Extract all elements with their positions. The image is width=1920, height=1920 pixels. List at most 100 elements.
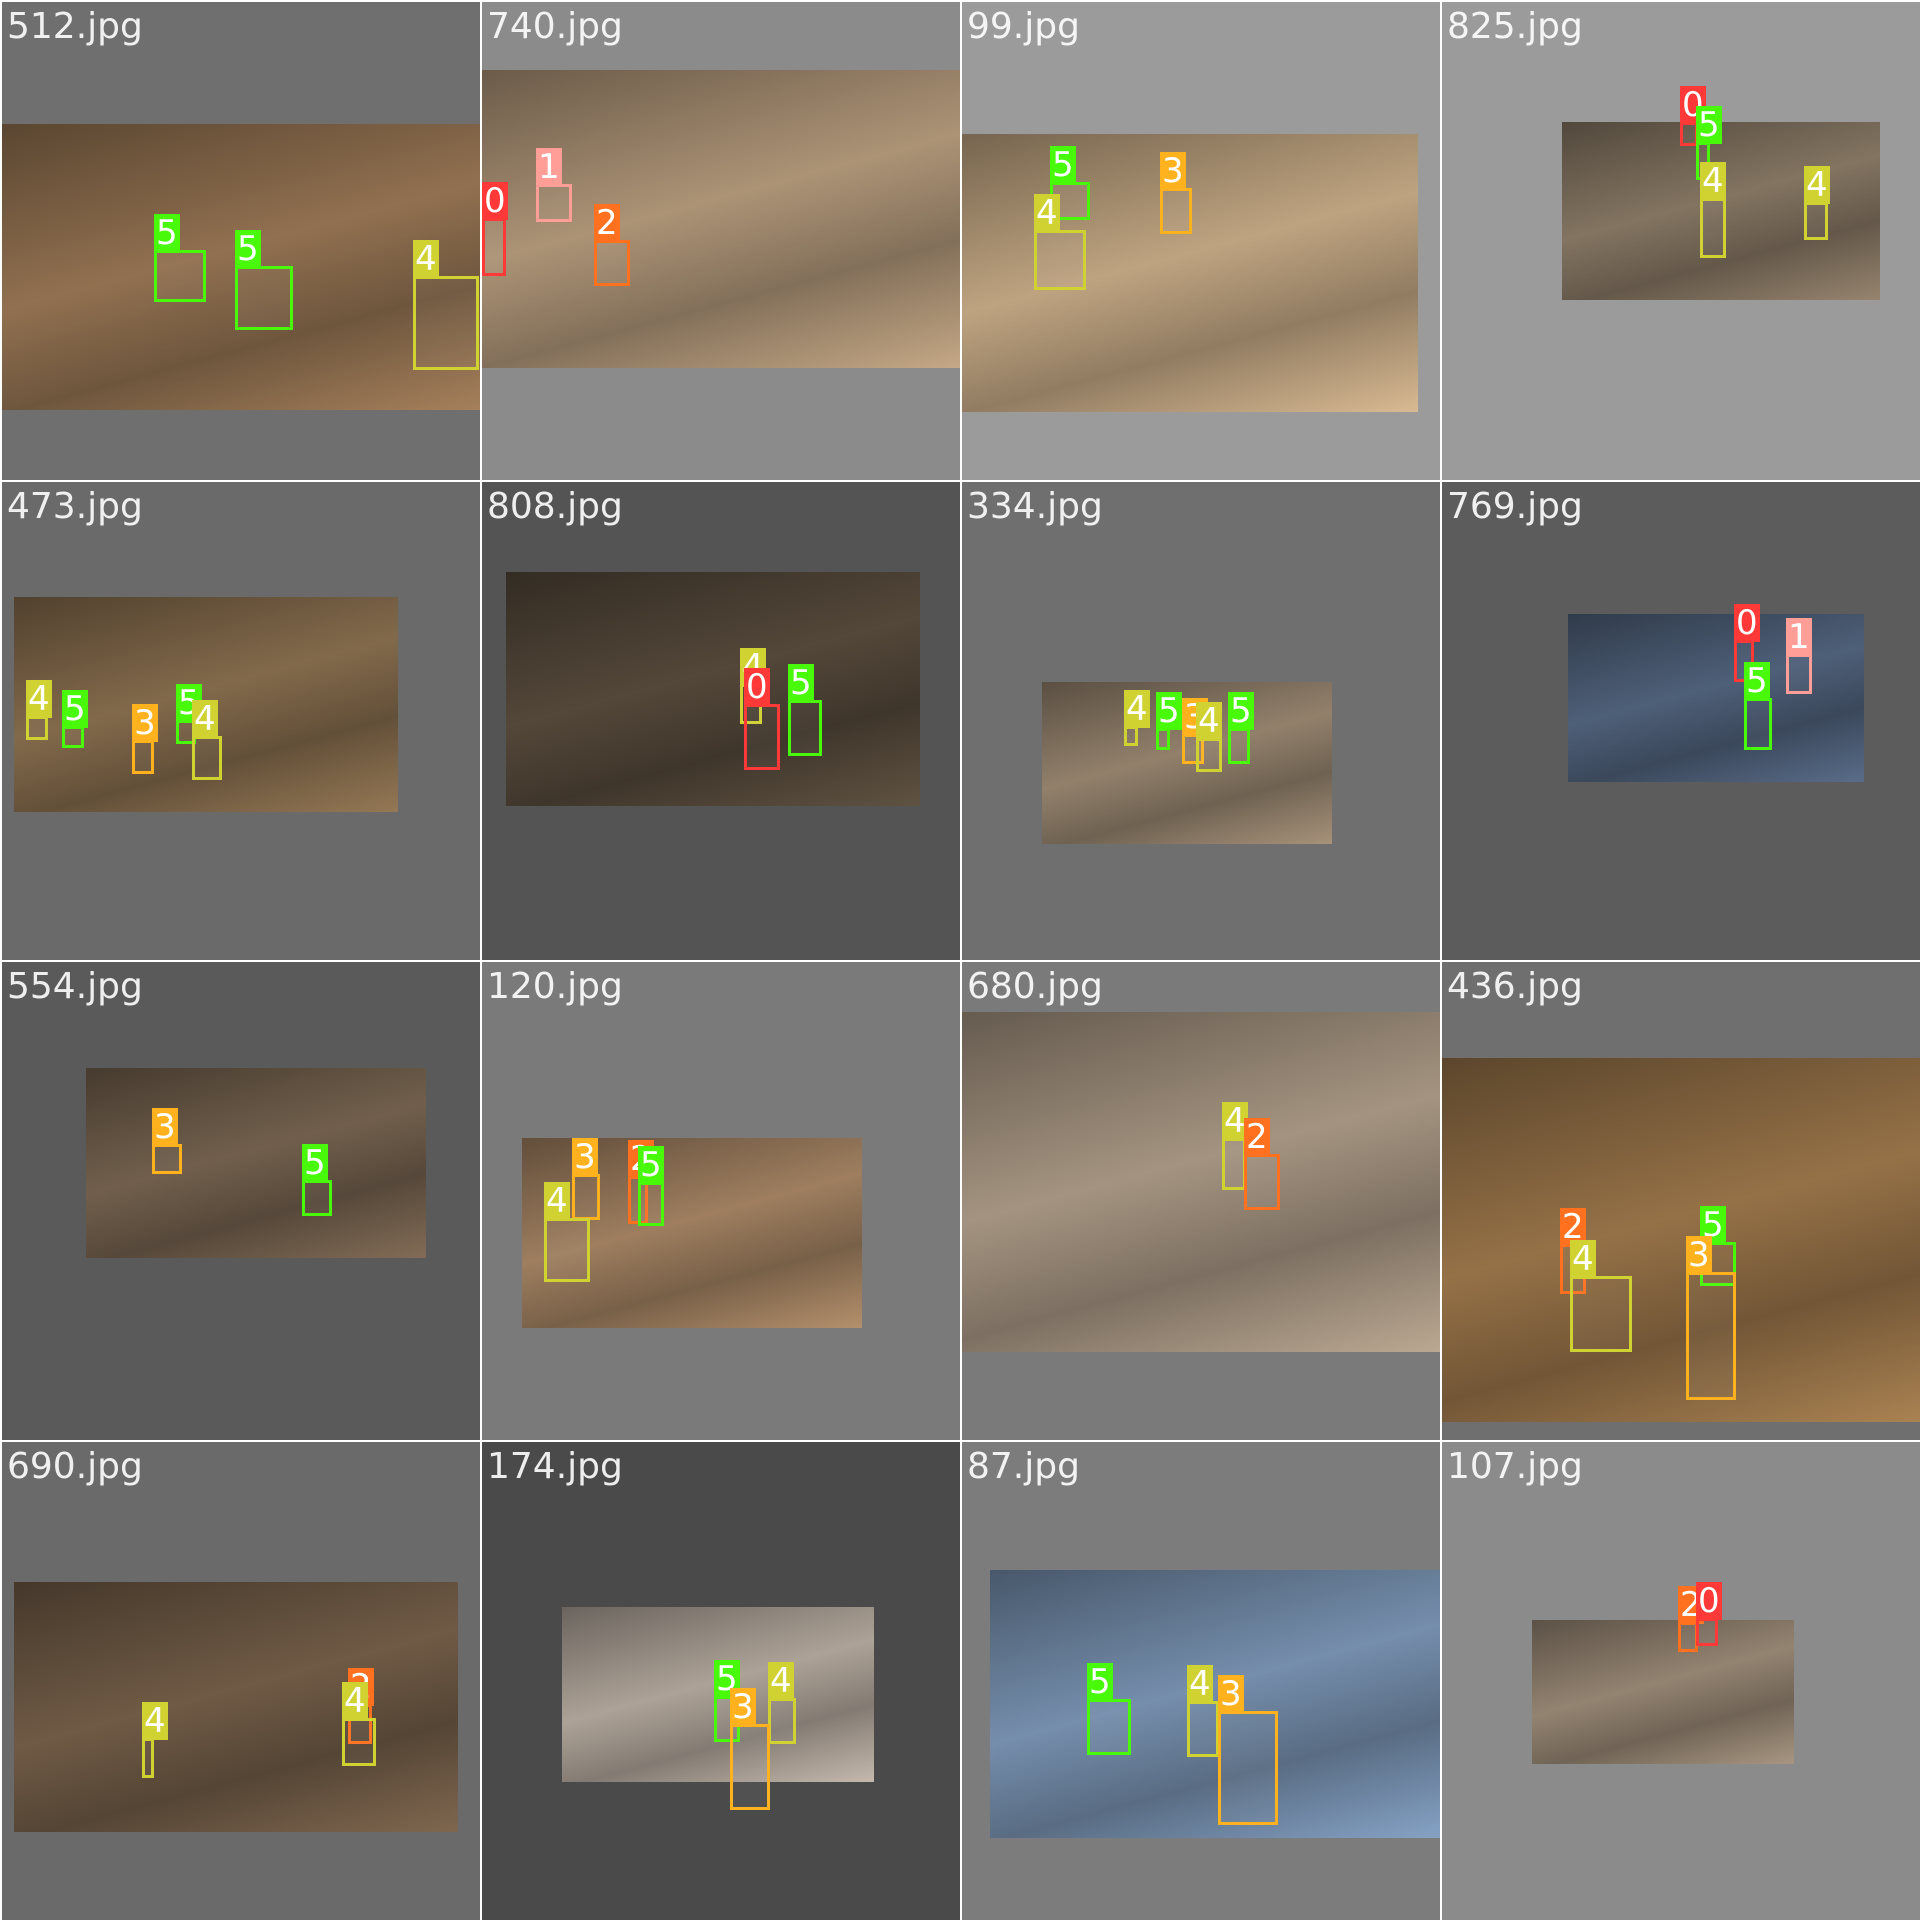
detection-label: 4 bbox=[413, 239, 439, 279]
detection-box bbox=[235, 266, 293, 330]
detection-box bbox=[142, 1738, 154, 1778]
detection-label: 4 bbox=[1187, 1664, 1213, 1704]
scene-photo bbox=[1568, 614, 1864, 782]
mosaic-tile: 334.jpg 4 5 3 4 5 bbox=[962, 482, 1440, 960]
detection-box bbox=[1786, 654, 1812, 694]
mosaic-tile: 554.jpg 3 5 bbox=[2, 962, 480, 1440]
detection-box bbox=[1124, 726, 1138, 746]
detection-label: 5 bbox=[1696, 105, 1722, 145]
detection-label: 4 bbox=[1034, 193, 1060, 233]
detection-box bbox=[1228, 728, 1250, 764]
tile-filename: 120.jpg bbox=[487, 966, 623, 1007]
scene-photo bbox=[14, 1582, 458, 1832]
mosaic-tile: 825.jpg 0 5 4 4 bbox=[1442, 2, 1920, 480]
detection-label: 4 bbox=[544, 1181, 570, 1221]
detection-label: 3 bbox=[572, 1137, 598, 1177]
detection-box bbox=[192, 736, 222, 780]
detection-box bbox=[342, 1718, 376, 1766]
tile-filename: 99.jpg bbox=[967, 6, 1080, 47]
detection-label: 5 bbox=[788, 663, 814, 703]
detection-label: 5 bbox=[1050, 145, 1076, 185]
detection-box bbox=[594, 240, 630, 286]
detection-label: 4 bbox=[1124, 689, 1150, 729]
detection-label: 5 bbox=[1744, 661, 1770, 701]
scene-photo bbox=[1532, 1620, 1794, 1764]
detection-label: 3 bbox=[1686, 1235, 1712, 1275]
detection-box bbox=[1744, 698, 1772, 750]
detection-label: 5 bbox=[302, 1143, 328, 1183]
mosaic-tile: 107.jpg 2 0 bbox=[1442, 1442, 1920, 1920]
detection-label: 4 bbox=[142, 1701, 168, 1741]
mosaic-tile: 808.jpg 4 0 5 bbox=[482, 482, 960, 960]
detection-box bbox=[572, 1174, 600, 1220]
detection-box bbox=[1156, 728, 1170, 750]
tile-filename: 554.jpg bbox=[7, 966, 143, 1007]
detection-label: 0 bbox=[1696, 1581, 1722, 1621]
detection-label: 4 bbox=[768, 1661, 794, 1701]
mosaic-tile: 473.jpg 4 5 3 5 4 bbox=[2, 482, 480, 960]
detection-label: 0 bbox=[744, 667, 770, 707]
detection-label: 0 bbox=[1734, 603, 1760, 643]
mosaic-tile: 99.jpg 5 3 4 bbox=[962, 2, 1440, 480]
tile-filename: 473.jpg bbox=[7, 486, 143, 527]
mosaic-tile: 690.jpg424 bbox=[2, 1442, 480, 1920]
mosaic-tile: 87.jpg 5 4 3 bbox=[962, 1442, 1440, 1920]
detection-label: 4 bbox=[26, 679, 52, 719]
scene-photo bbox=[506, 572, 920, 806]
detection-box bbox=[413, 276, 479, 370]
detection-box bbox=[1160, 188, 1192, 234]
mosaic-tile: 740.jpg 1 0 2 bbox=[482, 2, 960, 480]
detection-label: 5 bbox=[1156, 691, 1182, 731]
detection-box bbox=[26, 716, 48, 740]
scene-photo bbox=[86, 1068, 426, 1258]
tile-filename: 334.jpg bbox=[967, 486, 1103, 527]
detection-label: 4 bbox=[1804, 165, 1830, 205]
mosaic-tile: 436.jpg 2 5 3 4 bbox=[1442, 962, 1920, 1440]
detection-box bbox=[1696, 1618, 1718, 1646]
tile-filename: 825.jpg bbox=[1447, 6, 1583, 47]
detection-box bbox=[1222, 1138, 1246, 1190]
tile-filename: 769.jpg bbox=[1447, 486, 1583, 527]
mosaic-tile: 120.jpg3425 bbox=[482, 962, 960, 1440]
detection-label: 5 bbox=[1087, 1662, 1113, 1702]
detection-label: 3 bbox=[152, 1107, 178, 1147]
detection-label: 3 bbox=[730, 1687, 756, 1727]
detection-label: 5 bbox=[1228, 691, 1254, 731]
detection-box bbox=[788, 700, 822, 756]
mosaic-tile: 512.jpg 5 5 4 bbox=[2, 2, 480, 480]
detection-label: 2 bbox=[594, 203, 620, 243]
detection-box bbox=[132, 740, 154, 774]
detection-box bbox=[1218, 1711, 1278, 1825]
detection-box bbox=[744, 704, 780, 770]
detection-label: 4 bbox=[192, 699, 218, 739]
detection-box bbox=[482, 218, 506, 276]
mosaic-tile: 769.jpg 0 1 5 bbox=[1442, 482, 1920, 960]
tile-filename: 808.jpg bbox=[487, 486, 623, 527]
detection-box bbox=[62, 726, 84, 748]
detection-label: 5 bbox=[638, 1145, 664, 1185]
scene-photo bbox=[962, 1012, 1440, 1352]
detection-label: 5 bbox=[154, 213, 180, 253]
tile-filename: 680.jpg bbox=[967, 966, 1103, 1007]
detection-box bbox=[1570, 1276, 1632, 1352]
detection-box bbox=[768, 1698, 796, 1744]
detection-label: 4 bbox=[1700, 161, 1726, 201]
mosaic-tile: 174.jpg 5 4 3 bbox=[482, 1442, 960, 1920]
detection-label: 1 bbox=[1786, 617, 1812, 657]
tile-filename: 690.jpg bbox=[7, 1446, 143, 1487]
detection-box bbox=[1187, 1701, 1219, 1757]
tile-filename: 87.jpg bbox=[967, 1446, 1080, 1487]
detection-box bbox=[154, 250, 206, 302]
detection-box bbox=[302, 1180, 332, 1216]
mosaic-tile: 680.jpg 4 2 bbox=[962, 962, 1440, 1440]
detection-label: 1 bbox=[536, 147, 562, 187]
detection-box bbox=[1196, 738, 1222, 772]
detection-box bbox=[730, 1724, 770, 1810]
detection-box bbox=[1700, 198, 1726, 258]
tile-filename: 174.jpg bbox=[487, 1446, 623, 1487]
detection-label: 2 bbox=[1244, 1117, 1270, 1157]
tile-filename: 512.jpg bbox=[7, 6, 143, 47]
detection-label: 0 bbox=[482, 181, 508, 221]
scene-photo bbox=[1442, 1058, 1920, 1422]
detection-label: 5 bbox=[235, 229, 261, 269]
